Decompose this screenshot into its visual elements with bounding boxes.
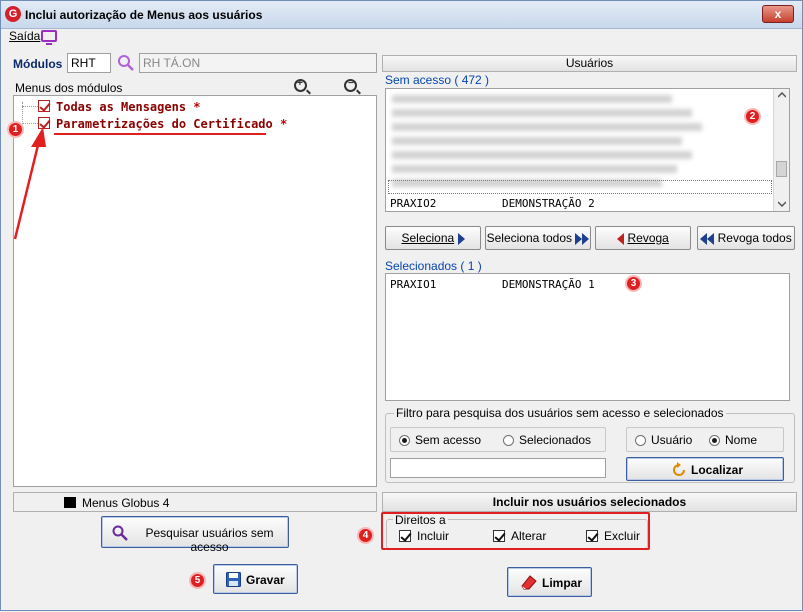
annotation-arrow-icon [13, 127, 46, 240]
main-window: G Inclui autorização de Menus aos usuári… [0, 0, 803, 611]
